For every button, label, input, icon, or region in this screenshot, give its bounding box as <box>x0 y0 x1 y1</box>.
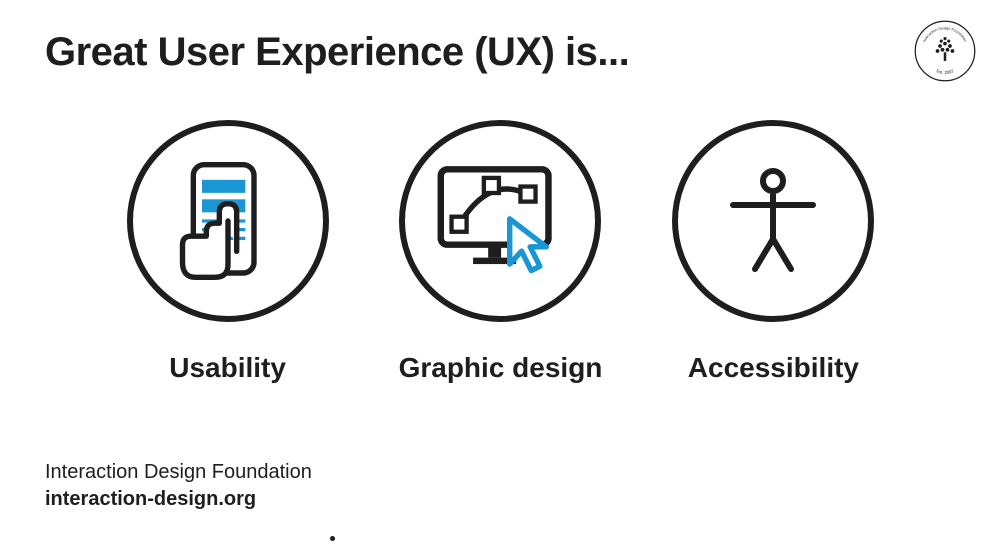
decorative-dot <box>330 536 335 541</box>
item-graphic-design: Graphic design <box>399 120 603 384</box>
svg-text:Est. 2002: Est. 2002 <box>936 68 955 75</box>
item-accessibility: Accessibility <box>672 120 874 384</box>
graphic-design-icon <box>399 120 601 322</box>
slide-title: Great User Experience (UX) is... <box>45 30 629 75</box>
item-label: Graphic design <box>399 352 603 384</box>
item-label: Accessibility <box>688 352 859 384</box>
org-url: interaction-design.org <box>45 486 312 513</box>
item-usability: Usability <box>127 120 329 384</box>
accessibility-icon <box>672 120 874 322</box>
attribution: Interaction Design Foundation interactio… <box>45 459 312 513</box>
usability-icon <box>127 120 329 322</box>
svg-text:Interaction Design Foundation: Interaction Design Foundation <box>922 26 967 42</box>
item-label: Usability <box>169 352 286 384</box>
items-row: Usability Graphic design <box>0 120 1001 384</box>
org-name: Interaction Design Foundation <box>45 459 312 486</box>
idf-logo: Interaction Design Foundation Est. 2002 <box>914 20 976 82</box>
